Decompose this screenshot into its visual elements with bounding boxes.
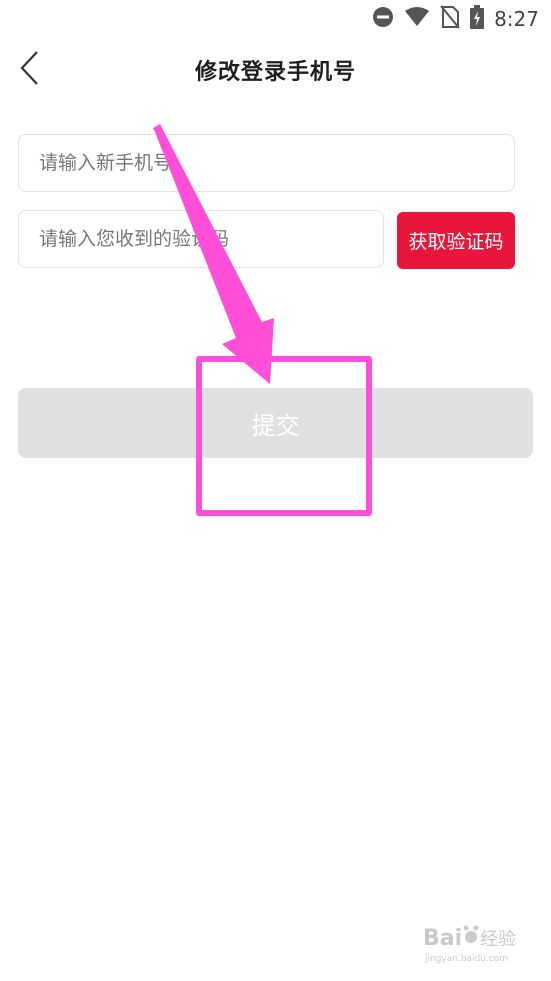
svg-text:Bai: Bai: [423, 926, 462, 951]
baidu-jingyan-watermark: Bai 经验 jingyan.baidu.com: [423, 925, 516, 964]
wifi-icon: [404, 7, 430, 31]
status-bar: 8:27: [0, 0, 551, 38]
battery-charging-icon: [470, 5, 485, 33]
get-code-button[interactable]: 获取验证码: [397, 212, 515, 269]
no-sim-icon: [440, 5, 460, 33]
page-title: 修改登录手机号: [194, 60, 356, 85]
verification-code-input[interactable]: [39, 228, 383, 250]
svg-text:经验: 经验: [480, 929, 516, 950]
phone-field[interactable]: [18, 134, 515, 192]
get-code-label: 获取验证码: [408, 231, 504, 253]
status-icons: 8:27: [372, 5, 539, 33]
page: 8:27 修改登录手机号 获取验证码 提交 Bai: [0, 0, 551, 981]
submit-button[interactable]: 提交: [18, 388, 533, 458]
svg-text:jingyan.baidu.com: jingyan.baidu.com: [424, 954, 508, 964]
do-not-disturb-icon: [372, 6, 394, 32]
header: 修改登录手机号: [0, 40, 551, 102]
status-time: 8:27: [494, 7, 539, 31]
phone-input[interactable]: [39, 152, 514, 174]
code-field[interactable]: [18, 210, 384, 268]
submit-label: 提交: [251, 411, 300, 440]
